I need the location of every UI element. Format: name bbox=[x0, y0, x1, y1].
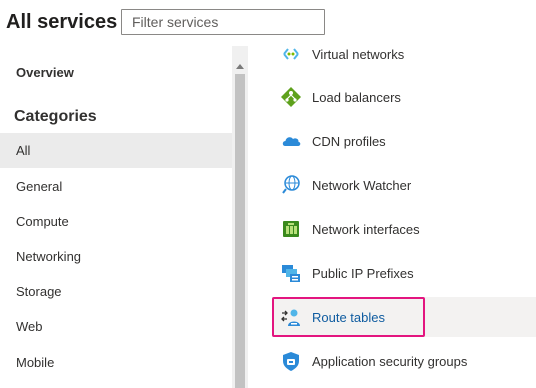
service-label: Network interfaces bbox=[312, 221, 420, 237]
virtual-network-icon bbox=[278, 46, 304, 67]
sidebar-item-storage[interactable]: Storage bbox=[0, 274, 232, 309]
service-application-security-groups[interactable]: Application security groups bbox=[272, 341, 536, 381]
service-label: Route tables bbox=[312, 309, 385, 325]
filter-services-input[interactable] bbox=[121, 9, 325, 35]
service-label: Virtual networks bbox=[312, 46, 405, 62]
shield-icon bbox=[278, 348, 304, 374]
sidebar-item-all[interactable]: All bbox=[0, 133, 232, 168]
header: All services bbox=[0, 0, 536, 46]
categories-heading: Categories bbox=[14, 108, 97, 125]
service-route-tables[interactable]: Route tables bbox=[272, 297, 536, 337]
sidebar-scrollbar[interactable] bbox=[232, 46, 248, 388]
scrollbar-thumb[interactable] bbox=[235, 74, 245, 388]
sidebar-item-general[interactable]: General bbox=[0, 169, 232, 204]
public-ip-icon bbox=[278, 260, 304, 286]
sidebar-item-compute[interactable]: Compute bbox=[0, 204, 232, 239]
service-cdn-profiles[interactable]: CDN profiles bbox=[272, 121, 536, 161]
service-label: Application security groups bbox=[312, 353, 468, 369]
service-network-interfaces[interactable]: Network interfaces bbox=[272, 209, 536, 249]
load-balancer-icon bbox=[278, 84, 304, 110]
sidebar-item-mobile[interactable]: Mobile bbox=[0, 345, 232, 380]
service-label: CDN profiles bbox=[312, 133, 386, 149]
sidebar: Overview Categories All General Compute … bbox=[0, 46, 232, 388]
globe-icon bbox=[278, 172, 304, 198]
service-load-balancers[interactable]: Load balancers bbox=[272, 77, 536, 117]
scroll-up-arrow-icon[interactable] bbox=[236, 64, 244, 69]
sidebar-item-overview[interactable]: Overview bbox=[16, 65, 74, 80]
service-virtual-networks[interactable]: Virtual networks bbox=[272, 46, 536, 74]
service-label: Public IP Prefixes bbox=[312, 265, 414, 281]
service-label: Load balancers bbox=[312, 89, 401, 105]
route-table-icon bbox=[278, 304, 304, 330]
sidebar-item-web[interactable]: Web bbox=[0, 309, 232, 344]
service-label: Network Watcher bbox=[312, 177, 412, 193]
services-list: Virtual networks Load balancers CDN prof… bbox=[248, 46, 536, 388]
service-public-ip-prefixes[interactable]: Public IP Prefixes bbox=[272, 253, 536, 293]
cdn-cloud-icon bbox=[278, 128, 304, 154]
page-title: All services bbox=[6, 11, 118, 33]
service-network-watcher[interactable]: Network Watcher bbox=[272, 165, 536, 205]
network-interface-icon bbox=[278, 216, 304, 242]
sidebar-item-networking[interactable]: Networking bbox=[0, 239, 232, 274]
